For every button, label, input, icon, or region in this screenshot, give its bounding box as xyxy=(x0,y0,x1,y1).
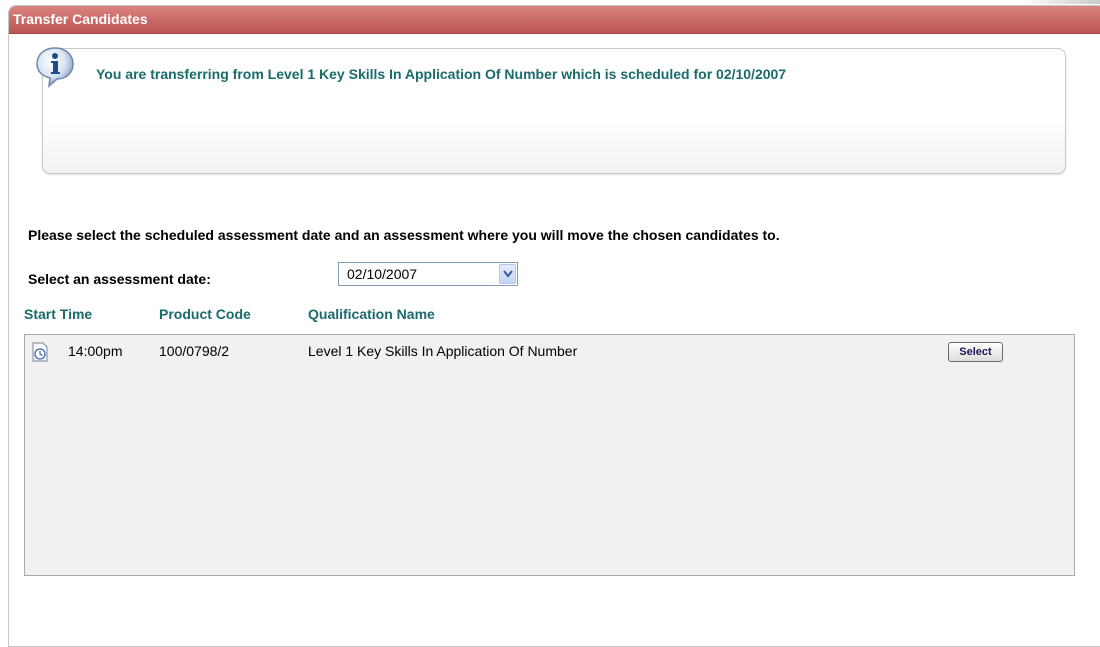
assessment-list xyxy=(24,334,1075,576)
info-message: You are transferring from Level 1 Key Sk… xyxy=(96,66,787,82)
info-message-box: You are transferring from Level 1 Key Sk… xyxy=(36,47,1066,174)
instruction-text: Please select the scheduled assessment d… xyxy=(28,227,780,243)
row-qualification-name: Level 1 Key Skills In Application Of Num… xyxy=(308,343,578,359)
row-start-time: 14:00pm xyxy=(68,343,123,359)
assessment-date-select[interactable]: 02/10/2007 xyxy=(338,262,518,286)
panel-title: Transfer Candidates xyxy=(9,6,1100,34)
column-header-qualification-name: Qualification Name xyxy=(308,306,435,322)
clock-icon xyxy=(32,342,48,362)
assessment-date-label: Select an assessment date: xyxy=(28,271,211,287)
column-header-start-time: Start Time xyxy=(24,306,93,322)
select-assessment-button[interactable]: Select xyxy=(948,342,1003,362)
assessment-date-value: 02/10/2007 xyxy=(347,266,418,282)
row-product-code: 100/0798/2 xyxy=(159,343,230,359)
column-header-product-code: Product Code xyxy=(159,306,251,322)
info-icon xyxy=(36,47,74,88)
chevron-down-icon[interactable] xyxy=(499,264,516,284)
window-edge-decoration xyxy=(1020,0,1100,4)
